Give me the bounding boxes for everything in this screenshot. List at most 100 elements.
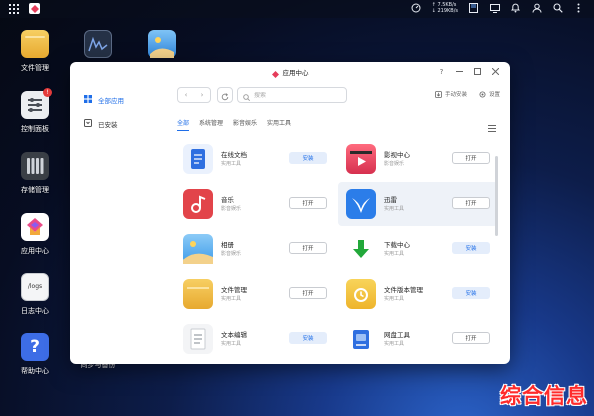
app-name: 影视中心 bbox=[384, 151, 410, 159]
manual-install-label: 手动安装 bbox=[444, 92, 467, 98]
nav-buttons: ‹ › bbox=[177, 87, 211, 103]
gear-icon bbox=[479, 91, 486, 98]
refresh-button[interactable] bbox=[217, 87, 233, 103]
desktop-help-center[interactable]: ? 帮助中心 bbox=[5, 333, 65, 376]
app-category: 影音娱乐 bbox=[221, 206, 242, 212]
app-category: 实用工具 bbox=[384, 206, 405, 212]
category-tabs: 全部 系统管理 影音娱乐 实用工具 bbox=[177, 118, 291, 131]
toolbar-actions: 手动安装 设置 bbox=[435, 90, 500, 98]
app-category: 实用工具 bbox=[384, 341, 405, 347]
tab-media[interactable]: 影音娱乐 bbox=[233, 118, 257, 131]
scrollbar[interactable] bbox=[495, 156, 498, 236]
app-card[interactable]: 迅雷 实用工具 打开 bbox=[338, 182, 498, 226]
music-icon bbox=[183, 189, 213, 219]
open-button[interactable]: 打开 bbox=[289, 287, 327, 299]
taskbar-app-center-icon[interactable] bbox=[29, 3, 40, 14]
install-button[interactable]: 安装 bbox=[452, 287, 490, 299]
desktop-file-manager[interactable]: 文件管理 bbox=[5, 30, 65, 73]
open-button[interactable]: 打开 bbox=[289, 242, 327, 254]
app-category: 实用工具 bbox=[384, 251, 405, 257]
sidebar-item-label: 全部应用 bbox=[98, 97, 124, 105]
app-category: 实用工具 bbox=[221, 341, 242, 347]
refresh-icon bbox=[221, 86, 229, 105]
search-input[interactable] bbox=[254, 91, 334, 99]
photo-icon bbox=[183, 234, 213, 264]
install-button[interactable]: 安装 bbox=[289, 332, 327, 344]
desktop-storage-manager[interactable]: 存储管理 bbox=[5, 152, 65, 195]
app-card[interactable]: 在线文档 实用工具 安装 bbox=[175, 137, 335, 181]
app-name: 文本编辑 bbox=[221, 331, 247, 339]
app-center-icon bbox=[21, 213, 49, 241]
bell-icon[interactable] bbox=[510, 3, 521, 14]
user-icon[interactable] bbox=[531, 3, 542, 14]
install-button[interactable]: 安装 bbox=[289, 152, 327, 164]
thunder-bird-icon bbox=[346, 189, 376, 219]
app-card[interactable]: 音乐 影音娱乐 打开 bbox=[175, 182, 335, 226]
grid-apps-icon bbox=[84, 95, 92, 105]
notification-badge: ! bbox=[43, 88, 52, 97]
app-category: 实用工具 bbox=[221, 296, 242, 302]
app-name: 网盘工具 bbox=[384, 331, 410, 339]
app-name: 文件版本管理 bbox=[384, 286, 423, 294]
app-card[interactable]: 影视中心 影音娱乐 打开 bbox=[338, 137, 498, 181]
desktop-log-center[interactable]: /logs 日志中心 bbox=[5, 273, 65, 316]
sidebar-item-installed[interactable]: 已安装 bbox=[70, 114, 162, 134]
storage-icon bbox=[21, 152, 49, 180]
app-category: 实用工具 bbox=[221, 161, 242, 167]
app-center-window: 应用中心 ? 全部应用 已安装 ‹ › 搜索 手动安装 设置 全部 系统管理 影… bbox=[70, 62, 510, 364]
desktop-icon-label: 控制面板 bbox=[21, 125, 49, 133]
open-button[interactable]: 打开 bbox=[289, 197, 327, 209]
open-button[interactable]: 打开 bbox=[452, 197, 490, 209]
maximize-button[interactable] bbox=[473, 67, 482, 76]
tab-all[interactable]: 全部 bbox=[177, 118, 190, 131]
top-bar: ↑ 7.5KB/s ↓ 219KB/s bbox=[0, 0, 594, 18]
app-name: 音乐 bbox=[221, 196, 234, 204]
desktop-app-center[interactable]: 应用中心 bbox=[5, 213, 65, 256]
network-speed: ↑ 7.5KB/s ↓ 219KB/s bbox=[432, 2, 458, 14]
search-icon[interactable] bbox=[552, 3, 563, 14]
help-button[interactable]: ? bbox=[437, 67, 446, 76]
main-content: ‹ › 手动安装 bbox=[175, 82, 500, 364]
search-icon bbox=[243, 86, 251, 105]
grid-icon[interactable] bbox=[8, 3, 19, 14]
tab-utilities[interactable]: 实用工具 bbox=[267, 118, 291, 131]
more-icon[interactable] bbox=[573, 3, 584, 14]
resource-monitor-icon bbox=[84, 30, 112, 58]
app-card[interactable]: 相册 影音娱乐 打开 bbox=[175, 227, 335, 271]
app-card[interactable]: 网盘工具 实用工具 打开 bbox=[338, 317, 498, 361]
app-grid: 在线文档 实用工具 安装 影视中心 影音娱乐 打开 音乐 影音娱乐 打开 迅雷 … bbox=[175, 137, 500, 364]
sidebar: 全部应用 已安装 bbox=[70, 82, 162, 364]
gauge-icon[interactable] bbox=[411, 3, 422, 14]
desktop-icon-label: 日志中心 bbox=[21, 307, 49, 315]
display-icon[interactable] bbox=[489, 3, 500, 14]
tab-system[interactable]: 系统管理 bbox=[199, 118, 223, 131]
search-box bbox=[237, 87, 347, 103]
minimize-button[interactable] bbox=[455, 67, 464, 76]
sidebar-item-all-apps[interactable]: 全部应用 bbox=[70, 90, 162, 110]
file-version-icon bbox=[346, 279, 376, 309]
app-card[interactable]: 下载中心 实用工具 安装 bbox=[338, 227, 498, 271]
install-icon bbox=[435, 90, 442, 98]
list-view-icon[interactable] bbox=[488, 117, 496, 136]
settings-button[interactable]: 设置 bbox=[479, 90, 500, 98]
install-button[interactable]: 安装 bbox=[452, 242, 490, 254]
app-card[interactable]: 文件版本管理 实用工具 安装 bbox=[338, 272, 498, 316]
close-button[interactable] bbox=[491, 67, 500, 76]
desktop-icon-label: 帮助中心 bbox=[21, 367, 49, 375]
bookmark-icon[interactable] bbox=[468, 3, 479, 14]
open-button[interactable]: 打开 bbox=[452, 152, 490, 164]
desktop-control-panel[interactable]: ! 控制面板 bbox=[5, 88, 65, 134]
download-icon bbox=[346, 234, 376, 264]
desktop-resource-monitor[interactable] bbox=[68, 30, 128, 58]
manual-install-button[interactable]: 手动安装 bbox=[435, 90, 467, 98]
back-button[interactable]: ‹ bbox=[178, 88, 194, 102]
forward-button[interactable]: › bbox=[194, 88, 210, 102]
download-speed: ↓ 219KB/s bbox=[431, 8, 458, 14]
folder-icon bbox=[183, 279, 213, 309]
open-button[interactable]: 打开 bbox=[452, 332, 490, 344]
app-card[interactable]: 文本编辑 实用工具 安装 bbox=[175, 317, 335, 361]
app-category: 影音娱乐 bbox=[221, 251, 242, 257]
app-card[interactable]: 文件管理 实用工具 打开 bbox=[175, 272, 335, 316]
app-category: 影音娱乐 bbox=[384, 161, 405, 167]
desktop-photos[interactable] bbox=[132, 30, 192, 58]
